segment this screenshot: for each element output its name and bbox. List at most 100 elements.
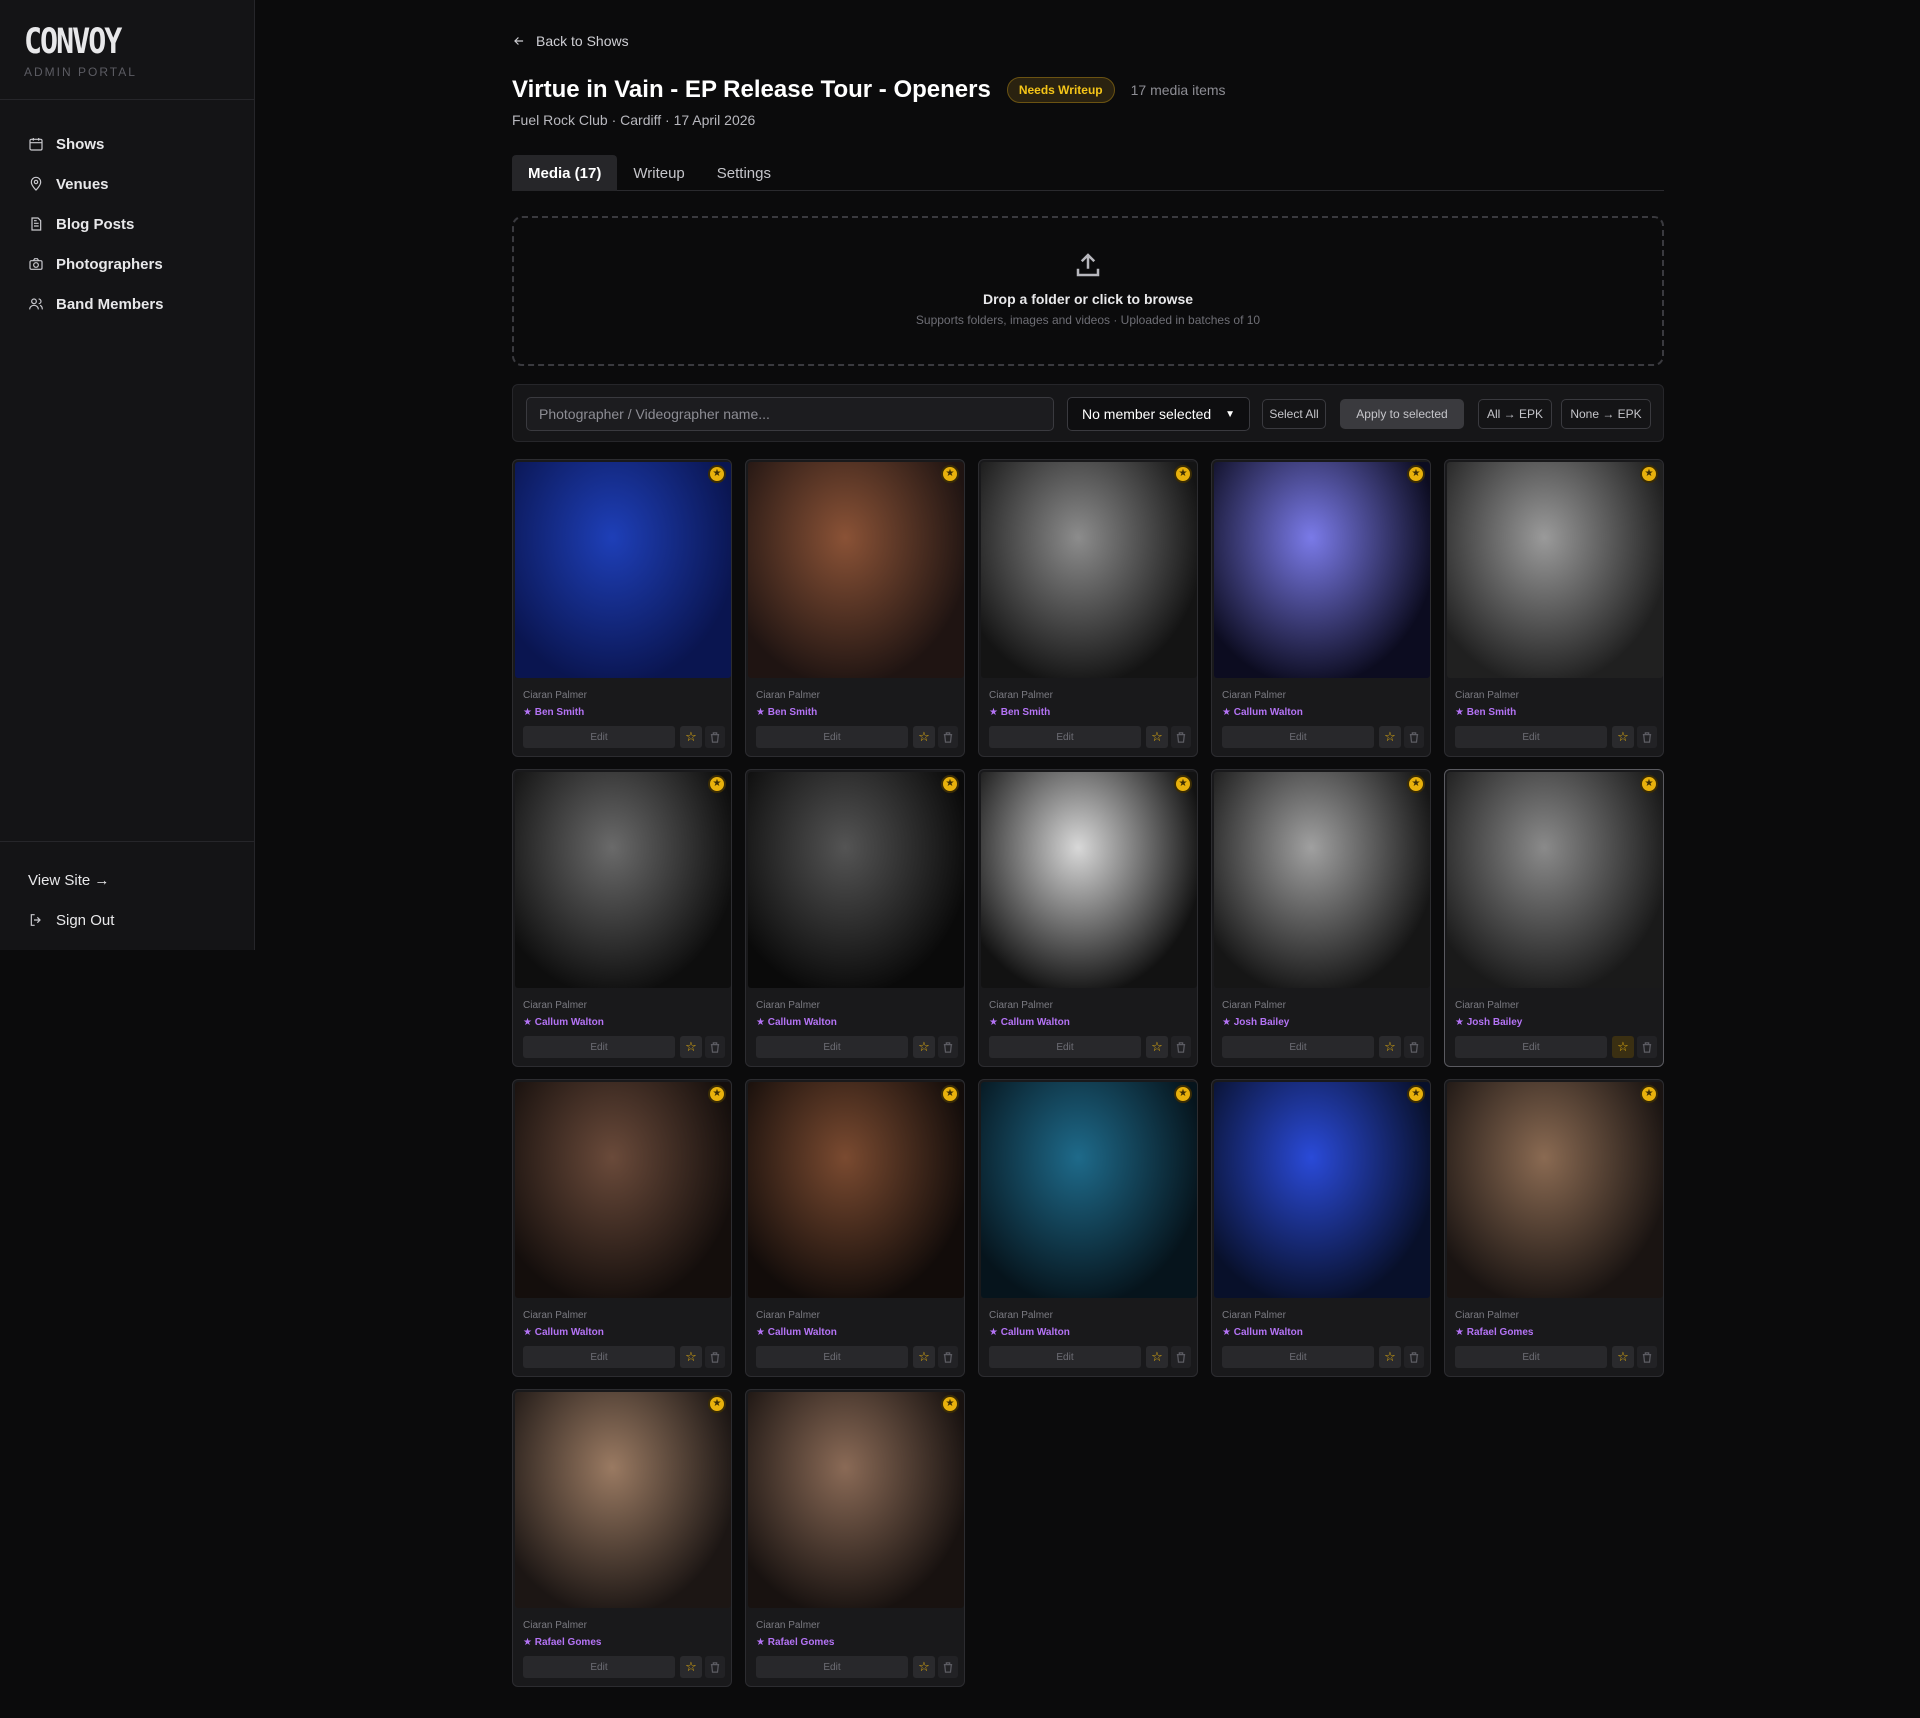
media-card[interactable]: ★ Ciaran Palmer ★ Callum Walton Edit ☆ [745, 1079, 965, 1377]
epk-toggle-button[interactable]: ☆ [1146, 1036, 1168, 1058]
media-thumbnail[interactable] [748, 462, 964, 678]
upload-dropzone[interactable]: Drop a folder or click to browse Support… [512, 216, 1664, 366]
back-to-shows-link[interactable]: Back to Shows [512, 33, 629, 49]
view-site-link[interactable]: View Site → [0, 860, 255, 900]
media-thumbnail[interactable] [515, 772, 731, 988]
delete-button[interactable] [938, 1656, 958, 1678]
edit-button[interactable]: Edit [1222, 726, 1374, 748]
sidebar-item-blog-posts[interactable]: Blog Posts [0, 204, 254, 244]
media-card[interactable]: ★ Ciaran Palmer ★ Callum Walton Edit ☆ [1211, 459, 1431, 757]
delete-button[interactable] [938, 1346, 958, 1368]
media-card[interactable]: ★ Ciaran Palmer ★ Josh Bailey Edit ☆ [1211, 769, 1431, 1067]
edit-button[interactable]: Edit [989, 1346, 1141, 1368]
media-card[interactable]: ★ Ciaran Palmer ★ Callum Walton Edit ☆ [745, 769, 965, 1067]
edit-button[interactable]: Edit [1455, 1346, 1607, 1368]
edit-button[interactable]: Edit [756, 1656, 908, 1678]
select-all-button[interactable]: Select All [1262, 399, 1326, 429]
delete-button[interactable] [1404, 1346, 1424, 1368]
media-card[interactable]: ★ Ciaran Palmer ★ Callum Walton Edit ☆ [978, 1079, 1198, 1377]
convoy-logo[interactable]: CONVOY [24, 22, 122, 62]
media-thumbnail[interactable] [1447, 1082, 1663, 1298]
sidebar-item-venues[interactable]: Venues [0, 164, 254, 204]
edit-button[interactable]: Edit [523, 726, 675, 748]
edit-button[interactable]: Edit [1222, 1346, 1374, 1368]
media-thumbnail[interactable] [1214, 772, 1430, 988]
edit-button[interactable]: Edit [1455, 726, 1607, 748]
sidebar-item-photographers[interactable]: Photographers [0, 244, 254, 284]
media-thumbnail[interactable] [1447, 462, 1663, 678]
epk-toggle-button[interactable]: ☆ [913, 726, 935, 748]
tab-writeup[interactable]: Writeup [617, 155, 700, 191]
epk-toggle-button[interactable]: ☆ [1146, 1346, 1168, 1368]
tab-settings[interactable]: Settings [701, 155, 787, 191]
sidebar-item-shows[interactable]: Shows [0, 124, 254, 164]
media-thumbnail[interactable] [515, 1392, 731, 1608]
media-card[interactable]: ★ Ciaran Palmer ★ Rafael Gomes Edit ☆ [745, 1389, 965, 1687]
edit-button[interactable]: Edit [989, 1036, 1141, 1058]
media-thumbnail[interactable] [748, 1082, 964, 1298]
media-card[interactable]: ★ Ciaran Palmer ★ Ben Smith Edit ☆ [978, 459, 1198, 757]
epk-toggle-button[interactable]: ☆ [1612, 1346, 1634, 1368]
photographer-name-input[interactable] [526, 397, 1054, 431]
epk-toggle-button[interactable]: ☆ [680, 726, 702, 748]
media-thumbnail[interactable] [1214, 462, 1430, 678]
delete-button[interactable] [1171, 726, 1191, 748]
media-thumbnail[interactable] [748, 772, 964, 988]
epk-toggle-button[interactable]: ☆ [913, 1656, 935, 1678]
edit-button[interactable]: Edit [523, 1346, 675, 1368]
epk-toggle-button[interactable]: ☆ [680, 1656, 702, 1678]
epk-toggle-button[interactable]: ☆ [680, 1346, 702, 1368]
epk-toggle-button[interactable]: ☆ [1379, 726, 1401, 748]
epk-toggle-button[interactable]: ☆ [680, 1036, 702, 1058]
delete-button[interactable] [705, 1036, 725, 1058]
none-to-epk-button[interactable]: None → EPK [1561, 399, 1651, 429]
delete-button[interactable] [1171, 1036, 1191, 1058]
media-card[interactable]: ★ Ciaran Palmer ★ Josh Bailey Edit ☆ [1444, 769, 1664, 1067]
media-thumbnail[interactable] [1214, 1082, 1430, 1298]
media-thumbnail[interactable] [981, 1082, 1197, 1298]
media-thumbnail[interactable] [748, 1392, 964, 1608]
media-card[interactable]: ★ Ciaran Palmer ★ Callum Walton Edit ☆ [978, 769, 1198, 1067]
epk-toggle-button[interactable]: ☆ [913, 1036, 935, 1058]
epk-toggle-button[interactable]: ☆ [1146, 726, 1168, 748]
edit-button[interactable]: Edit [756, 1346, 908, 1368]
media-card[interactable]: ★ Ciaran Palmer ★ Ben Smith Edit ☆ [1444, 459, 1664, 757]
sidebar-item-band-members[interactable]: Band Members [0, 284, 254, 324]
sign-out-button[interactable]: Sign Out [0, 900, 255, 940]
media-card[interactable]: ★ Ciaran Palmer ★ Rafael Gomes Edit ☆ [1444, 1079, 1664, 1377]
all-to-epk-button[interactable]: All → EPK [1478, 399, 1552, 429]
delete-button[interactable] [1171, 1346, 1191, 1368]
edit-button[interactable]: Edit [523, 1656, 675, 1678]
edit-button[interactable]: Edit [1222, 1036, 1374, 1058]
media-card[interactable]: ★ Ciaran Palmer ★ Rafael Gomes Edit ☆ [512, 1389, 732, 1687]
edit-button[interactable]: Edit [756, 1036, 908, 1058]
delete-button[interactable] [705, 726, 725, 748]
delete-button[interactable] [1637, 1346, 1657, 1368]
edit-button[interactable]: Edit [523, 1036, 675, 1058]
media-thumbnail[interactable] [515, 1082, 731, 1298]
epk-toggle-button[interactable]: ☆ [913, 1346, 935, 1368]
media-thumbnail[interactable] [515, 462, 731, 678]
media-card[interactable]: ★ Ciaran Palmer ★ Callum Walton Edit ☆ [1211, 1079, 1431, 1377]
media-card[interactable]: ★ Ciaran Palmer ★ Callum Walton Edit ☆ [512, 769, 732, 1067]
delete-button[interactable] [1404, 726, 1424, 748]
delete-button[interactable] [938, 726, 958, 748]
media-thumbnail[interactable] [1447, 772, 1663, 988]
delete-button[interactable] [938, 1036, 958, 1058]
epk-toggle-button[interactable]: ☆ [1379, 1346, 1401, 1368]
delete-button[interactable] [705, 1656, 725, 1678]
epk-toggle-button[interactable]: ☆ [1612, 1036, 1634, 1058]
edit-button[interactable]: Edit [756, 726, 908, 748]
media-thumbnail[interactable] [981, 772, 1197, 988]
tab-media[interactable]: Media (17) [512, 155, 618, 191]
delete-button[interactable] [1637, 726, 1657, 748]
delete-button[interactable] [1637, 1036, 1657, 1058]
media-thumbnail[interactable] [981, 462, 1197, 678]
edit-button[interactable]: Edit [989, 726, 1141, 748]
media-card[interactable]: ★ Ciaran Palmer ★ Ben Smith Edit ☆ [512, 459, 732, 757]
delete-button[interactable] [1404, 1036, 1424, 1058]
epk-toggle-button[interactable]: ☆ [1612, 726, 1634, 748]
apply-to-selected-button[interactable]: Apply to selected [1340, 399, 1464, 429]
media-card[interactable]: ★ Ciaran Palmer ★ Ben Smith Edit ☆ [745, 459, 965, 757]
member-select[interactable]: No member selected ▼ [1067, 397, 1250, 431]
